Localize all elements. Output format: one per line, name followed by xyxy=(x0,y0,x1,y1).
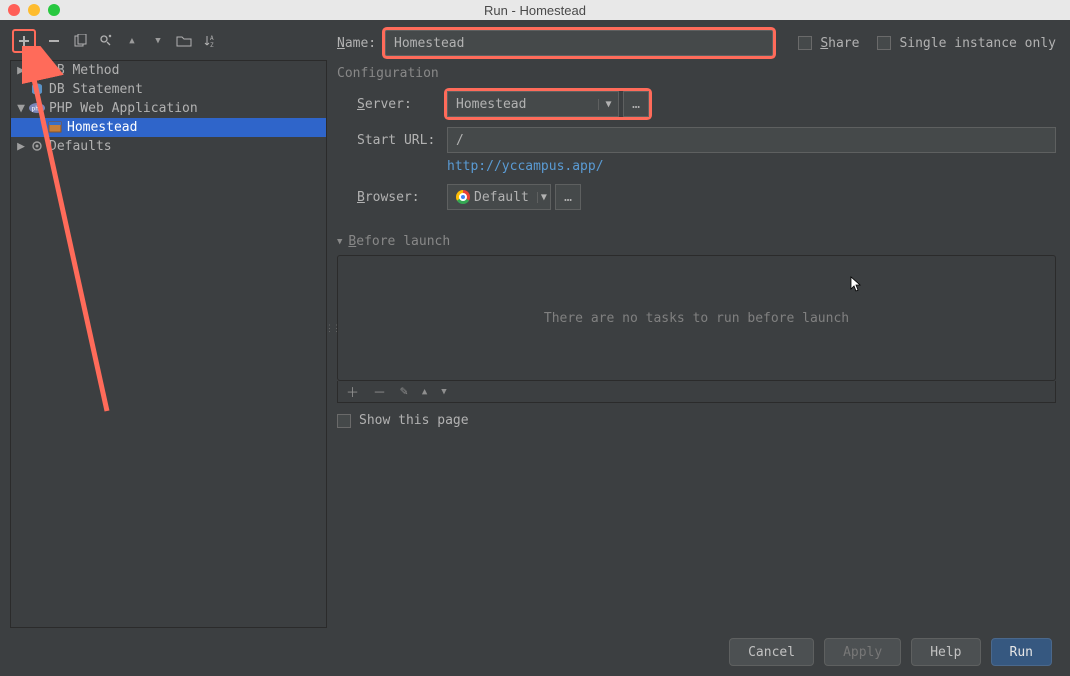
bl-remove-button[interactable]: － xyxy=(373,382,386,401)
svg-text:Z: Z xyxy=(210,42,214,48)
resolved-url-link[interactable]: http://yccampus.app/ xyxy=(447,159,604,174)
sort-button[interactable]: AZ xyxy=(202,33,218,49)
splitter-handle[interactable]: ⋮⋮ xyxy=(325,324,339,334)
before-launch-toolbar: ＋ － ✎ ▲ ▼ xyxy=(337,381,1056,403)
run-button[interactable]: Run xyxy=(991,638,1052,666)
php-icon: php xyxy=(29,100,45,116)
chevron-down-icon: ▼ xyxy=(537,192,550,203)
configuration-section-label: Configuration xyxy=(337,66,1056,81)
start-url-field[interactable] xyxy=(447,127,1056,153)
copy-configuration-button[interactable] xyxy=(72,33,88,49)
settings-button[interactable] xyxy=(98,33,114,49)
tree-item-label: DB Method xyxy=(49,63,119,78)
svg-text:php: php xyxy=(32,106,43,113)
start-url-label: Start URL: xyxy=(357,133,447,148)
tree-item-label: Homestead xyxy=(67,120,137,135)
before-launch-toggle[interactable]: ▼ Before launch xyxy=(337,234,1056,249)
db-icon xyxy=(29,62,45,78)
tree-item[interactable]: ▶ DB Method xyxy=(11,61,326,80)
svg-text:A: A xyxy=(210,35,214,42)
chrome-icon xyxy=(456,190,470,204)
name-field[interactable] xyxy=(385,30,773,56)
tree-item[interactable]: DB Statement xyxy=(11,80,326,99)
name-label: Name: xyxy=(337,36,385,51)
apply-button[interactable]: Apply xyxy=(824,638,901,666)
before-launch-list: There are no tasks to run before launch xyxy=(337,255,1056,381)
tree-item-selected[interactable]: Homestead xyxy=(11,118,326,137)
tree-item-label: Defaults xyxy=(49,139,112,154)
bl-up-button[interactable]: ▲ xyxy=(422,387,427,397)
server-label: Server: xyxy=(357,97,447,112)
move-down-button[interactable]: ▼ xyxy=(150,33,166,49)
titlebar: Run - Homestead xyxy=(0,0,1070,20)
tree-item[interactable]: ▶ Defaults xyxy=(11,137,326,156)
dialog-footer: Cancel Apply Help Run xyxy=(0,628,1070,676)
browser-label: Browser: xyxy=(357,190,447,205)
configuration-tree[interactable]: ▶ DB Method DB Statement ▼ php PHP Web A… xyxy=(10,60,327,628)
bl-add-button[interactable]: ＋ xyxy=(346,382,359,401)
share-checkbox[interactable]: Share xyxy=(798,36,859,51)
configuration-form: ⋮⋮ Name: Share Single instance only Conf… xyxy=(327,20,1070,628)
bl-edit-button[interactable]: ✎ xyxy=(400,384,408,399)
gear-icon xyxy=(29,138,45,154)
add-configuration-button[interactable] xyxy=(12,29,36,53)
help-button[interactable]: Help xyxy=(911,638,980,666)
single-instance-checkbox[interactable]: Single instance only xyxy=(877,36,1056,51)
tree-item-label: PHP Web Application xyxy=(49,101,198,116)
db-icon xyxy=(29,81,45,97)
chevron-down-icon: ▼ xyxy=(598,99,618,110)
folder-button[interactable] xyxy=(176,33,192,49)
php-web-icon xyxy=(47,119,63,135)
server-select[interactable]: Homestead ▼ xyxy=(447,91,619,117)
bl-down-button[interactable]: ▼ xyxy=(441,387,446,397)
tree-item[interactable]: ▼ php PHP Web Application xyxy=(11,99,326,118)
cancel-button[interactable]: Cancel xyxy=(729,638,814,666)
sidebar: ▲ ▼ AZ ▶ DB Method DB Stat xyxy=(0,20,327,628)
move-up-button[interactable]: ▲ xyxy=(124,33,140,49)
sidebar-toolbar: ▲ ▼ AZ xyxy=(10,26,327,56)
browser-select[interactable]: Default ▼ xyxy=(447,184,551,210)
remove-configuration-button[interactable] xyxy=(46,33,62,49)
show-this-page-checkbox[interactable]: Show this page xyxy=(337,413,1056,428)
server-browse-button[interactable]: … xyxy=(623,91,649,117)
tree-item-label: DB Statement xyxy=(49,82,143,97)
browser-browse-button[interactable]: … xyxy=(555,184,581,210)
window-title: Run - Homestead xyxy=(0,3,1070,18)
